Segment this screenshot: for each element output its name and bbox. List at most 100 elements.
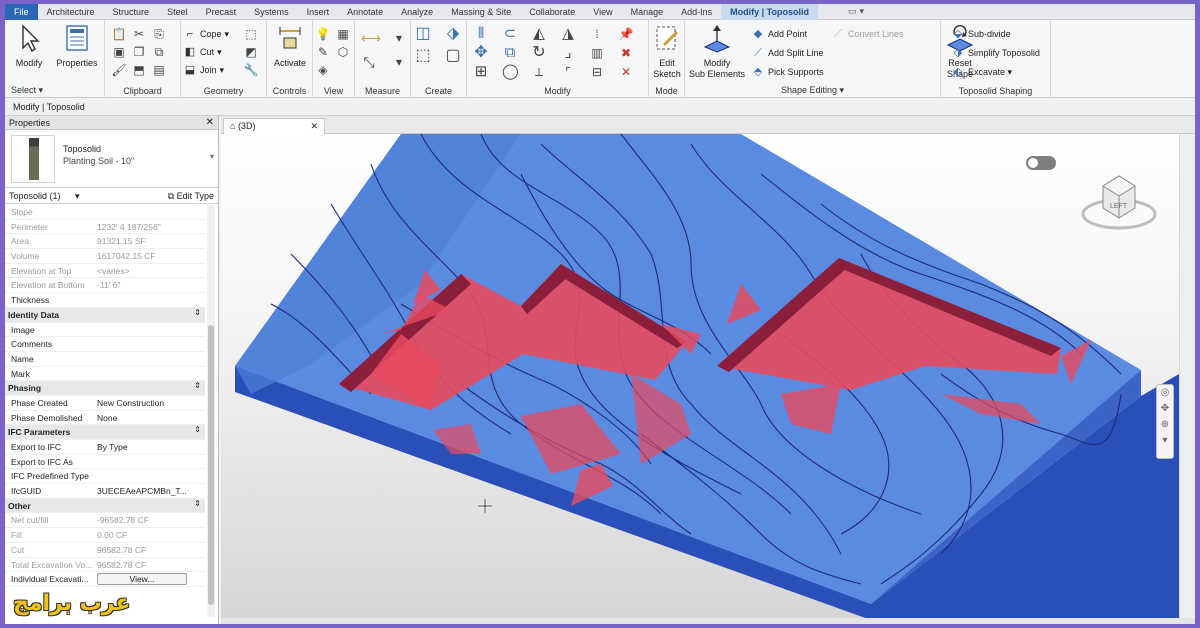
pin-icon[interactable]: 📌 bbox=[618, 26, 634, 42]
ribbon-tab-steel[interactable]: Steel bbox=[158, 4, 197, 20]
ribbon-tab-architecture[interactable]: Architecture bbox=[38, 4, 104, 20]
properties-section-header[interactable]: Identity Data ⇕ bbox=[5, 307, 205, 323]
properties-section-header[interactable]: IFC Parameters ⇕ bbox=[5, 425, 205, 440]
modify-sub-elements-button[interactable]: Modify Sub Elements bbox=[687, 23, 747, 80]
view-excavation-button[interactable]: View... bbox=[97, 573, 187, 586]
collapse-section-icon[interactable]: ⇕ bbox=[194, 381, 201, 390]
cut-button[interactable]: ◧ Cut ▾ bbox=[183, 44, 222, 60]
toggle-switch[interactable] bbox=[1026, 156, 1056, 170]
properties-section-header[interactable]: Phasing ⇕ bbox=[5, 381, 205, 396]
split-element-icon[interactable]: ⁞ bbox=[589, 26, 605, 42]
chevron-down-icon[interactable]: ▾ bbox=[210, 152, 214, 161]
navigation-bar[interactable]: ◎ ✥ ⊕ ▾ bbox=[1156, 384, 1174, 459]
aligned-dimension-icon[interactable]: ⤡ bbox=[361, 54, 377, 70]
delete-small-icon[interactable]: ✕ bbox=[618, 64, 634, 80]
minimize-ribbon-icon[interactable]: ▭ bbox=[848, 6, 857, 17]
paste-aligned-icon[interactable]: ⧉ bbox=[151, 44, 167, 60]
ribbon-tab-modify-toposolid[interactable]: Modify | Toposolid bbox=[721, 4, 819, 20]
paint-icon[interactable]: 🔧 bbox=[243, 62, 259, 78]
mirror-draw-axis-icon[interactable]: ◮ bbox=[560, 26, 576, 42]
ribbon-tab-collaborate[interactable]: Collaborate bbox=[520, 4, 584, 20]
copy-icon[interactable]: ⎘ bbox=[151, 26, 167, 42]
property-value[interactable] bbox=[95, 367, 205, 381]
close-icon[interactable]: ✕ bbox=[206, 116, 214, 130]
steering-wheel-icon[interactable]: ◎ bbox=[1157, 385, 1173, 401]
join-button[interactable]: ⬓ Join ▾ bbox=[183, 62, 224, 78]
property-value[interactable]: By Type bbox=[95, 440, 205, 454]
property-value[interactable] bbox=[95, 293, 205, 307]
property-value[interactable] bbox=[95, 352, 205, 366]
modify-button[interactable]: Modify bbox=[9, 23, 49, 69]
offset-icon[interactable]: ⊂ bbox=[502, 26, 518, 42]
activate-button[interactable]: Activate bbox=[269, 23, 311, 69]
property-value[interactable] bbox=[95, 323, 205, 337]
wall-joins-icon[interactable]: ⬚ bbox=[243, 26, 259, 42]
zoom-icon[interactable]: ⊕ bbox=[1157, 417, 1173, 433]
unpin-icon[interactable]: ◯ bbox=[502, 64, 519, 80]
join-geometry-icon[interactable]: ⬒ bbox=[131, 62, 147, 78]
cope-button[interactable]: ⌐ Cope ▾ bbox=[183, 26, 229, 42]
clipboard-more-icon[interactable]: ▤ bbox=[151, 62, 167, 78]
edit-type-button[interactable]: ⧉ Edit Type bbox=[168, 188, 214, 204]
rotate-icon[interactable]: ↻ bbox=[531, 45, 547, 61]
ribbon-tab-systems[interactable]: Systems bbox=[245, 4, 298, 20]
copy-clipboard-icon[interactable]: ❐ bbox=[131, 44, 147, 60]
ribbon-tab-analyze[interactable]: Analyze bbox=[392, 4, 442, 20]
select-dropdown[interactable]: Select ▾ bbox=[5, 85, 104, 96]
collapse-section-icon[interactable]: ⇕ bbox=[194, 308, 201, 317]
paste-icon[interactable]: 📋 bbox=[111, 26, 127, 42]
edit-sketch-button[interactable]: Edit Sketch bbox=[649, 23, 685, 80]
property-value[interactable] bbox=[95, 469, 205, 483]
ribbon-tab-view[interactable]: View bbox=[584, 4, 621, 20]
lightbulb-icon[interactable]: 💡 bbox=[315, 26, 331, 42]
ribbon-tab-add-ins[interactable]: Add-Ins bbox=[672, 4, 721, 20]
pick-supports-button[interactable]: ⬘ Pick Supports bbox=[751, 64, 824, 80]
dimension-dropdown-icon[interactable]: ▾ bbox=[391, 54, 407, 70]
properties-scrollbar[interactable] bbox=[207, 205, 215, 617]
3d-viewport[interactable]: LEFT ◎ ✥ ⊕ ▾ bbox=[221, 134, 1179, 618]
property-value[interactable]: None bbox=[95, 411, 205, 425]
property-value[interactable]: New Construction bbox=[95, 396, 205, 410]
match-type-icon[interactable]: ▣ bbox=[111, 44, 127, 60]
create-assembly-icon[interactable]: ⬚ bbox=[415, 48, 431, 64]
collapse-section-icon[interactable]: ⇕ bbox=[194, 499, 201, 508]
ribbon-tab-file[interactable]: File bbox=[5, 4, 38, 20]
collapse-section-icon[interactable]: ⇕ bbox=[194, 425, 201, 434]
toposolid-model[interactable] bbox=[221, 134, 1179, 618]
property-value[interactable]: 3UECEAeAPCMBn_T... bbox=[95, 484, 205, 498]
cut-scissors-icon[interactable]: ✂ bbox=[131, 26, 147, 42]
linework-icon[interactable]: ✎ bbox=[315, 44, 331, 60]
split-face-icon[interactable]: ◩ bbox=[243, 44, 259, 60]
pan-icon[interactable]: ✥ bbox=[1157, 401, 1173, 417]
split-gap-icon[interactable]: ⟂ bbox=[531, 64, 547, 80]
create-parts-icon[interactable]: ◫ bbox=[415, 26, 431, 42]
add-split-line-button[interactable]: ⟋ Add Split Line bbox=[751, 45, 823, 61]
property-value[interactable] bbox=[95, 455, 205, 469]
create-similar-icon[interactable]: ⬗ bbox=[445, 26, 461, 42]
copy-element-icon[interactable]: ⧉ bbox=[502, 45, 518, 61]
measure-dropdown-icon[interactable]: ▾ bbox=[391, 30, 407, 46]
ribbon-tab-manage[interactable]: Manage bbox=[622, 4, 673, 20]
align-icon[interactable]: ⫴ bbox=[473, 26, 489, 42]
add-point-button[interactable]: ◆ Add Point bbox=[751, 26, 807, 42]
trim-extend-icon[interactable]: ⌟ bbox=[560, 45, 576, 61]
close-tab-icon[interactable]: ✕ bbox=[310, 119, 318, 133]
property-value[interactable] bbox=[95, 337, 205, 351]
ribbon-tab-insert[interactable]: Insert bbox=[298, 4, 339, 20]
create-group-icon[interactable]: ▢ bbox=[445, 48, 461, 64]
ribbon-tab-massing-site[interactable]: Massing & Site bbox=[442, 4, 520, 20]
selection-box-icon[interactable]: ◈ bbox=[315, 62, 331, 78]
properties-button[interactable]: Properties bbox=[55, 23, 99, 69]
shape-editing-title[interactable]: Shape Editing ▾ bbox=[685, 85, 940, 96]
ribbon-tab-structure[interactable]: Structure bbox=[104, 4, 159, 20]
trim-single-icon[interactable]: ⌜ bbox=[560, 64, 576, 80]
ribbon-dropdown-icon[interactable]: ▾ bbox=[860, 6, 865, 17]
viewport-scrollbar[interactable] bbox=[1179, 134, 1195, 618]
move-icon[interactable]: ✥ bbox=[473, 45, 489, 61]
nav-dropdown-icon[interactable]: ▾ bbox=[1157, 433, 1173, 449]
property-value[interactable]: View... bbox=[95, 572, 205, 586]
brush-icon[interactable]: 🖌 bbox=[111, 62, 127, 78]
override-graphics-icon[interactable]: ▦ bbox=[335, 26, 351, 42]
instance-filter-row[interactable]: Toposolid (1) ▾ ⧉ Edit Type bbox=[5, 188, 218, 204]
ribbon-tab-annotate[interactable]: Annotate bbox=[338, 4, 392, 20]
